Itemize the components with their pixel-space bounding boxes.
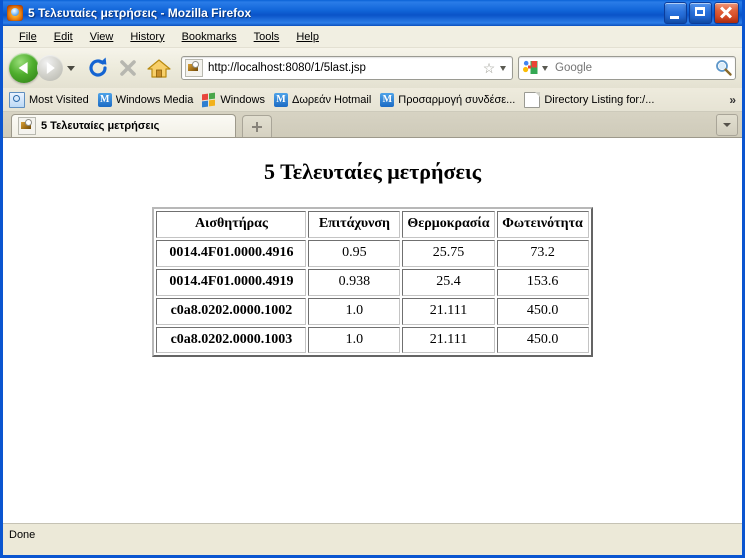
table-body: 0014.4F01.0000.4916 0.95 25.75 73.2 0014… xyxy=(156,239,589,354)
tab-measurements[interactable]: 5 Τελευταίες μετρήσεις xyxy=(11,114,236,137)
bookmark-hotmail[interactable]: M Δωρεάν Hotmail xyxy=(273,92,372,107)
bookmark-windows[interactable]: Windows xyxy=(202,92,265,107)
cell-acceleration: 0.95 xyxy=(308,239,401,267)
firefox-icon xyxy=(7,5,23,21)
title-bar: 5 Τελευταίες μετρήσεις - Mozilla Firefox xyxy=(3,0,742,26)
close-button[interactable] xyxy=(714,2,739,24)
maximize-button[interactable] xyxy=(689,2,712,24)
bookmark-directory-listing[interactable]: Directory Listing for:/... xyxy=(524,91,655,108)
search-bar[interactable] xyxy=(518,56,736,80)
menu-bar: File Edit View History Bookmarks Tools H… xyxy=(3,26,742,48)
bookmark-windows-media[interactable]: M Windows Media xyxy=(97,92,194,107)
measurements-table-container: Αισθητήρας Επιτάχυνση Θερμοκρασία Φωτειν… xyxy=(3,207,742,358)
tab-list-dropdown[interactable] xyxy=(716,114,738,136)
chevron-down-icon[interactable] xyxy=(542,65,548,71)
cell-temperature: 25.4 xyxy=(402,268,495,296)
chevron-down-icon[interactable] xyxy=(500,65,506,71)
home-icon[interactable] xyxy=(145,54,173,82)
bookmarks-bar: Most Visited M Windows Media Windows M Δ… xyxy=(3,88,742,112)
cell-acceleration: 1.0 xyxy=(308,297,401,325)
document-icon xyxy=(524,91,541,108)
bookmark-most-visited[interactable]: Most Visited xyxy=(9,91,89,108)
cell-acceleration: 0.938 xyxy=(308,268,401,296)
bookmark-label: Directory Listing for:/... xyxy=(544,93,655,106)
browser-window: 5 Τελευταίες μετρήσεις - Mozilla Firefox… xyxy=(0,0,745,558)
bookmark-label: Δωρεάν Hotmail xyxy=(291,93,372,106)
page-favicon xyxy=(185,59,203,77)
bookmark-customize-links[interactable]: M Προσαρμογή συνδέσε... xyxy=(380,92,516,107)
stop-icon xyxy=(115,54,141,82)
reload-icon[interactable] xyxy=(85,54,111,82)
cell-temperature: 21.111 xyxy=(402,297,495,325)
cell-sensor: c0a8.0202.0000.1002 xyxy=(156,297,307,325)
cell-brightness: 153.6 xyxy=(496,268,589,296)
menu-tools[interactable]: Tools xyxy=(246,29,289,45)
window-frame: 5 Τελευταίες μετρήσεις - Mozilla Firefox… xyxy=(0,0,745,558)
chevron-down-icon[interactable] xyxy=(67,65,75,71)
table-head: Αισθητήρας Επιτάχυνση Θερμοκρασία Φωτειν… xyxy=(156,211,589,238)
measurements-table: Αισθητήρας Επιτάχυνση Θερμοκρασία Φωτειν… xyxy=(152,207,593,358)
table-row: 0014.4F01.0000.4919 0.938 25.4 153.6 xyxy=(156,268,589,296)
column-header-brightness: Φωτεινότητα xyxy=(496,211,589,238)
column-header-acceleration: Επιτάχυνση xyxy=(308,211,401,238)
cell-brightness: 450.0 xyxy=(496,297,589,325)
windows-media-icon: M xyxy=(380,92,395,107)
menu-history[interactable]: History xyxy=(122,29,173,45)
google-icon[interactable] xyxy=(522,60,539,76)
cell-brightness: 73.2 xyxy=(496,239,589,267)
address-bar[interactable]: http://localhost:8080/1/5last.jsp ☆ xyxy=(181,56,513,80)
star-icon[interactable]: ☆ xyxy=(480,61,498,75)
new-tab-button[interactable] xyxy=(242,115,272,137)
bookmark-label: Windows Media xyxy=(115,93,194,106)
cell-sensor: c0a8.0202.0000.1003 xyxy=(156,326,307,354)
tab-label: 5 Τελευταίες μετρήσεις xyxy=(41,120,160,132)
window-title: 5 Τελευταίες μετρήσεις - Mozilla Firefox xyxy=(28,6,252,20)
minimize-button[interactable] xyxy=(664,2,687,24)
back-arrow-icon[interactable] xyxy=(9,53,39,83)
page-title: 5 Τελευταίες μετρήσεις xyxy=(264,159,481,184)
page-content: 5 Τελευταίες μετρήσεις Αισθητήρας Επιτάχ… xyxy=(3,138,742,523)
bookmarks-overflow-icon[interactable]: » xyxy=(729,93,736,107)
menu-help[interactable]: Help xyxy=(288,29,328,45)
status-text: Done xyxy=(9,528,36,541)
cell-sensor: 0014.4F01.0000.4919 xyxy=(156,268,307,296)
menu-view[interactable]: View xyxy=(82,29,123,45)
bookmark-label: Windows xyxy=(220,93,265,106)
cell-sensor: 0014.4F01.0000.4916 xyxy=(156,239,307,267)
menu-bookmarks[interactable]: Bookmarks xyxy=(174,29,246,45)
most-visited-icon xyxy=(9,91,25,108)
bookmark-label: Προσαρμογή συνδέσε... xyxy=(398,93,516,106)
forward-arrow-icon[interactable] xyxy=(37,55,63,81)
menu-file[interactable]: File xyxy=(11,29,46,45)
bookmark-label: Most Visited xyxy=(29,93,89,106)
window-controls xyxy=(664,2,739,24)
url-text[interactable]: http://localhost:8080/1/5last.jsp xyxy=(208,62,480,74)
windows-media-icon: M xyxy=(97,92,112,107)
cell-brightness: 450.0 xyxy=(496,326,589,354)
magnifier-icon[interactable] xyxy=(713,59,735,77)
search-input[interactable] xyxy=(553,61,713,75)
column-header-sensor: Αισθητήρας xyxy=(156,211,307,238)
table-row: 0014.4F01.0000.4916 0.95 25.75 73.2 xyxy=(156,239,589,267)
status-bar: Done xyxy=(3,523,742,545)
page-favicon xyxy=(18,117,36,135)
cell-acceleration: 1.0 xyxy=(308,326,401,354)
windows-media-icon: M xyxy=(273,92,288,107)
cell-temperature: 21.111 xyxy=(402,326,495,354)
cell-temperature: 25.75 xyxy=(402,239,495,267)
tab-strip: 5 Τελευταίες μετρήσεις xyxy=(3,112,742,138)
table-header-row: Αισθητήρας Επιτάχυνση Θερμοκρασία Φωτειν… xyxy=(156,211,589,238)
menu-edit[interactable]: Edit xyxy=(46,29,82,45)
table-row: c0a8.0202.0000.1003 1.0 21.111 450.0 xyxy=(156,326,589,354)
table-row: c0a8.0202.0000.1002 1.0 21.111 450.0 xyxy=(156,297,589,325)
navigation-toolbar: http://localhost:8080/1/5last.jsp ☆ xyxy=(3,48,742,88)
column-header-temperature: Θερμοκρασία xyxy=(402,211,495,238)
windows-logo-icon xyxy=(202,92,216,107)
